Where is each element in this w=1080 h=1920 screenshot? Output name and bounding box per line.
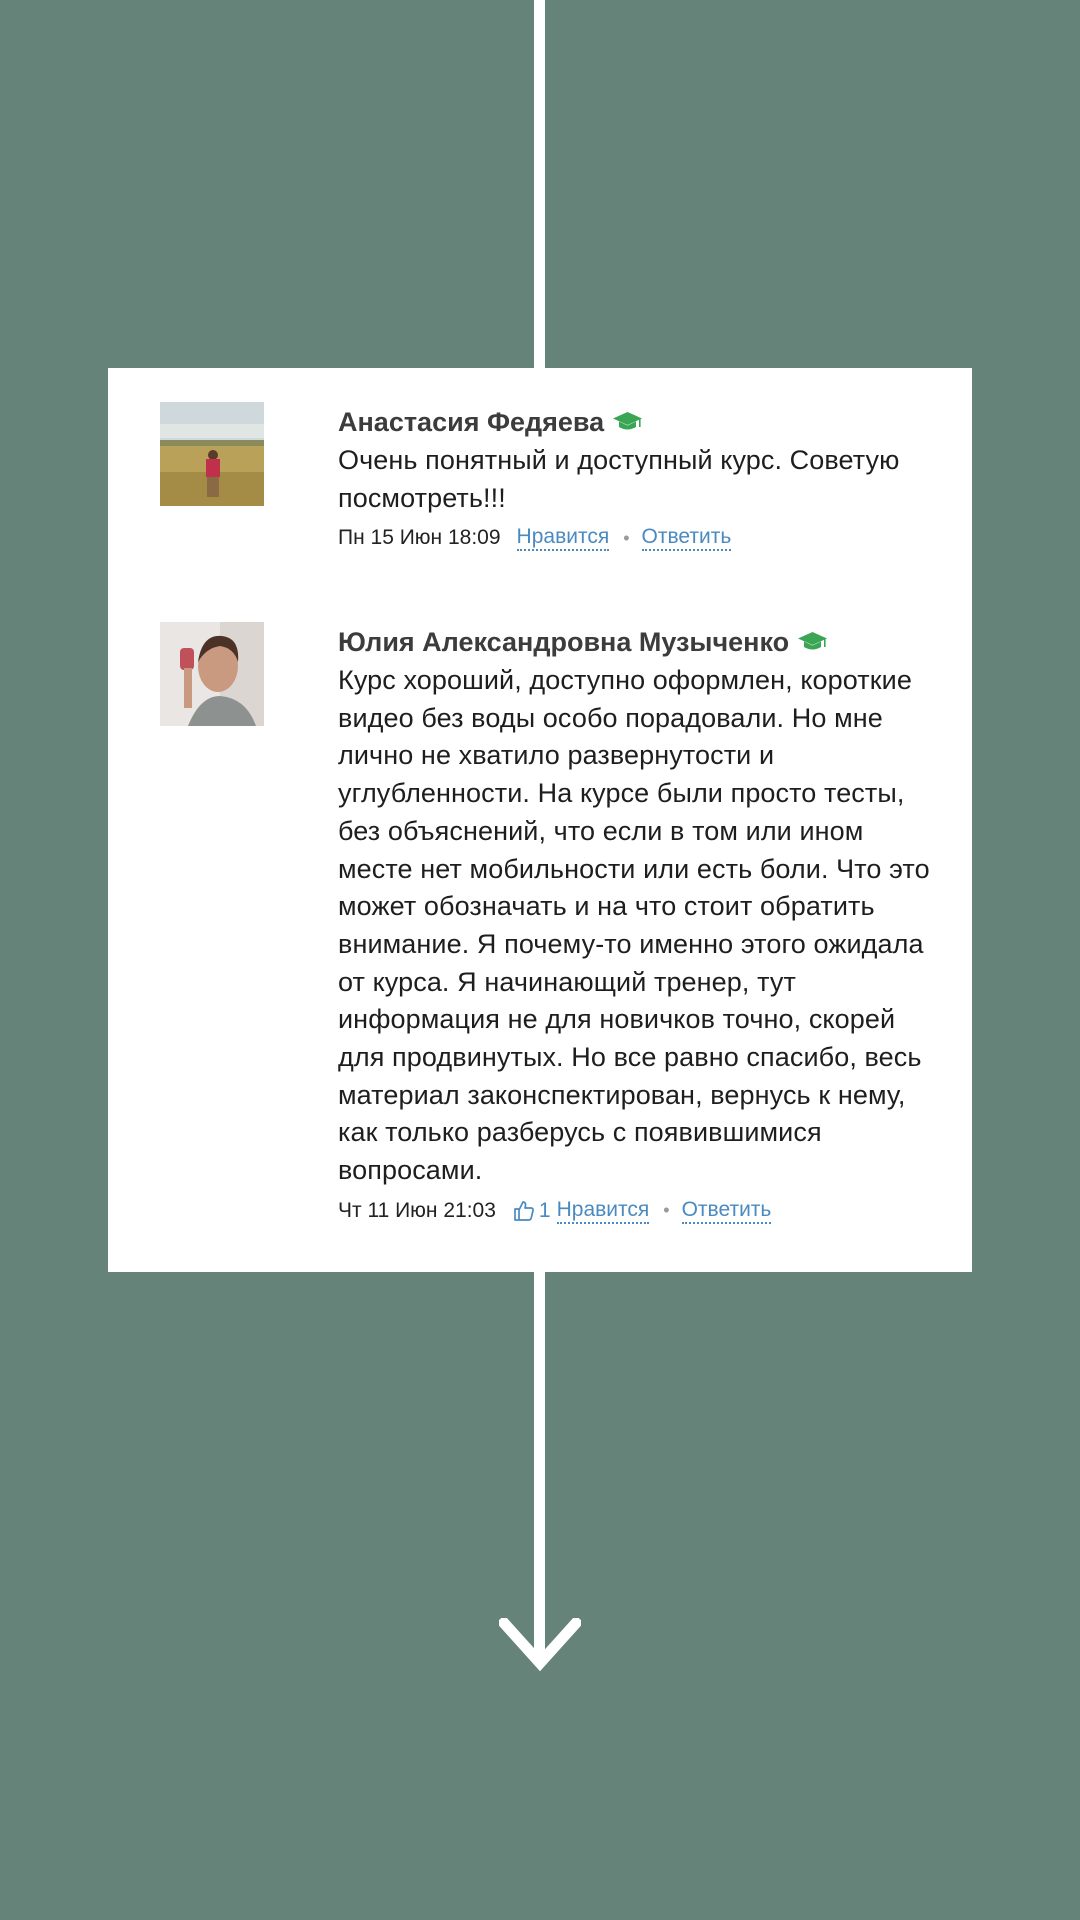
- thumbs-up-icon[interactable]: [512, 1199, 536, 1223]
- comment-text: Очень понятный и доступный курс. Советую…: [338, 445, 900, 513]
- avatar[interactable]: [160, 622, 264, 726]
- arrow-down-icon: [499, 1618, 581, 1672]
- comments-card: Анастасия Федяева Очень понятный и досту…: [108, 368, 972, 1272]
- author-name[interactable]: Юлия Александровна Музыченко: [338, 627, 789, 658]
- comment-text: Курс хороший, доступно оформлен, коротки…: [338, 665, 930, 1186]
- reply-link[interactable]: Ответить: [681, 1198, 772, 1224]
- comment-body: Юлия Александровна Музыченко Курс хороши…: [338, 622, 988, 1224]
- author-name[interactable]: Анастасия Федяева: [338, 407, 604, 438]
- comment-meta: Пн 15 Июн 18:09 Нравится • Ответить: [338, 525, 988, 552]
- separator-dot: •: [663, 1200, 670, 1221]
- separator-dot: •: [623, 527, 630, 548]
- like-link[interactable]: Нравится: [516, 525, 610, 552]
- graduation-cap-icon: [612, 411, 643, 433]
- comment-date: Чт 11 Июн 21:03: [338, 1198, 496, 1222]
- reply-link[interactable]: Ответить: [641, 525, 732, 552]
- comment-meta: Чт 11 Июн 21:03 1 Нравится • Ответить: [338, 1198, 988, 1224]
- avatar[interactable]: [160, 402, 264, 506]
- comment-body: Анастасия Федяева Очень понятный и досту…: [338, 402, 988, 552]
- comment-date: Пн 15 Июн 18:09: [338, 526, 501, 550]
- connector-line-top: [534, 0, 545, 372]
- graduation-cap-icon: [797, 631, 828, 653]
- like-count: 1: [538, 1198, 551, 1222]
- connector-line-bottom: [534, 1270, 545, 1660]
- like-link[interactable]: Нравится: [556, 1198, 650, 1224]
